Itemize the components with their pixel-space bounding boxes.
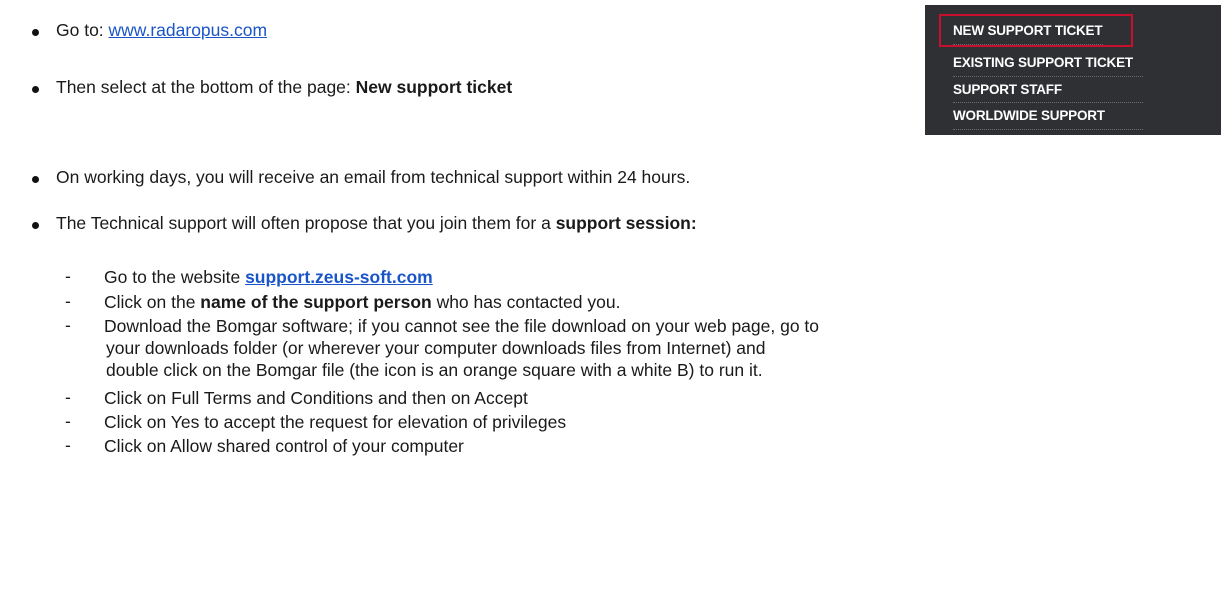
step-text: Click on Yes to accept the request for e… [104, 412, 567, 432]
support-session-emphasis: support session: [555, 213, 697, 233]
step-dash: - [65, 387, 71, 407]
step-text: Click on Allow shared control of your co… [104, 436, 464, 456]
bullet-dot [32, 222, 39, 229]
bullet-text: On working days, you will receive an ema… [56, 167, 691, 187]
menu-divider [953, 44, 1103, 45]
support-menu-panel: NEW SUPPORT TICKET EXISTING SUPPORT TICK… [925, 5, 1221, 135]
bullet-dot [32, 86, 39, 93]
radaropus-link[interactable]: www.radaropus.com [109, 20, 268, 40]
step-text: Download the Bomgar software; if you can… [104, 315, 1214, 381]
bullet-text: The Technical support will often propose… [56, 213, 697, 234]
step-text: Go to the website support.zeus-soft.com [104, 266, 1214, 288]
bullet-prefix: Go to: [56, 20, 109, 40]
menu-divider [953, 102, 1143, 103]
step-line-2: your downloads folder (or wherever your … [106, 338, 766, 358]
bullet-dot [32, 29, 39, 36]
step-suffix: who has contacted you. [431, 292, 621, 312]
step-dash: - [65, 291, 71, 311]
step-prefix: Click on the [104, 292, 201, 312]
zeus-support-link[interactable]: support.zeus-soft.com [245, 267, 433, 287]
bullet-prefix: Then select at the bottom of the page: [56, 77, 356, 97]
new-support-ticket-emphasis: New support ticket [355, 77, 513, 97]
step-dash: - [65, 435, 71, 455]
menu-item-existing-support-ticket[interactable]: EXISTING SUPPORT TICKET [953, 55, 1133, 70]
menu-item-new-support-ticket[interactable]: NEW SUPPORT TICKET [953, 23, 1103, 38]
bullet-dot [32, 176, 39, 183]
support-person-emphasis: name of the support person [200, 292, 432, 312]
step-line-3: double click on the Bomgar file (the ico… [106, 360, 763, 380]
menu-divider [953, 76, 1143, 77]
bullet-text: Go to: www.radaropus.com [56, 20, 267, 41]
step-text: Click on the name of the support person … [104, 291, 1214, 313]
step-prefix: Go to the website [104, 267, 246, 287]
menu-divider [953, 129, 1143, 130]
step-dash: - [65, 266, 71, 286]
step-dash: - [65, 411, 71, 431]
menu-item-support-staff[interactable]: SUPPORT STAFF [953, 82, 1062, 97]
bullet-prefix: The Technical support will often propose… [56, 213, 556, 233]
menu-item-worldwide-support[interactable]: WORLDWIDE SUPPORT [953, 108, 1105, 123]
step-text: Click on Full Terms and Conditions and t… [104, 388, 528, 408]
step-line-1: Download the Bomgar software; if you can… [104, 316, 820, 336]
step-dash: - [65, 315, 71, 335]
bullet-text: Then select at the bottom of the page: N… [56, 77, 512, 98]
